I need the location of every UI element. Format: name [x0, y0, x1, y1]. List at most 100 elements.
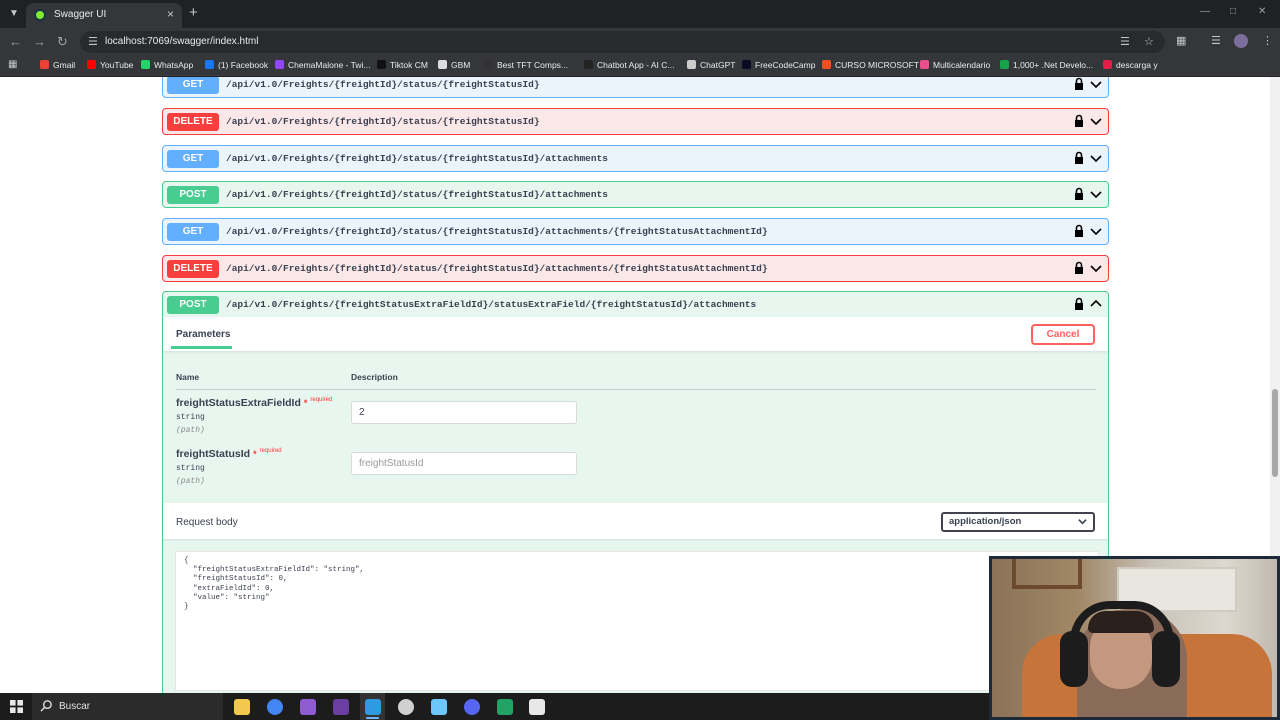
bookmark-item[interactable]: ChemaMalone - Twi... — [275, 60, 371, 70]
bookmark-item[interactable]: Multicalendario — [920, 60, 990, 70]
restore-icon[interactable]: □ — [1230, 6, 1236, 17]
browser-tab-swagger[interactable]: Swagger UI × — [26, 3, 182, 28]
code-line: } — [184, 603, 189, 611]
menu-kebab-icon[interactable]: ⋮ — [1262, 34, 1273, 47]
chevron-down-icon[interactable] — [1090, 78, 1102, 90]
lock-icon[interactable] — [1074, 224, 1084, 238]
bookmark-item[interactable]: Gmail — [40, 60, 75, 70]
operation-post[interactable]: POST/api/v1.0/Freights/{freightId}/statu… — [162, 181, 1109, 208]
param-name-freight-status-id: freightStatusId * required — [176, 448, 282, 460]
request-body-editor[interactable]: { "freightStatusExtraFieldId": "string",… — [175, 551, 1099, 691]
taskbar-excel-icon[interactable] — [497, 699, 513, 715]
bookmark-star-icon[interactable]: ☆ — [1144, 35, 1154, 48]
lock-icon[interactable] — [1074, 114, 1084, 128]
operation-path: /api/v1.0/Freights/{freightId}/status/{f… — [226, 153, 608, 164]
back-icon[interactable]: ← — [9, 34, 22, 50]
bookmark-item[interactable]: CURSO MICROSOFT — [822, 60, 919, 70]
lock-icon[interactable] — [1074, 151, 1084, 165]
operation-get[interactable]: GET/api/v1.0/Freights/{freightId}/status… — [162, 218, 1109, 245]
search-label: Buscar — [59, 701, 91, 712]
webcam-overlay — [989, 556, 1280, 720]
bookmark-item[interactable]: (1) Facebook — [205, 60, 268, 70]
taskbar-vscode-icon[interactable] — [365, 699, 381, 715]
lock-icon[interactable] — [1074, 261, 1084, 275]
bookmark-label: Multicalendario — [933, 60, 991, 70]
extensions-icon[interactable]: ▦ — [1176, 34, 1186, 47]
taskbar-visual-studio-icon[interactable] — [300, 699, 316, 715]
http-method-badge: DELETE — [167, 260, 219, 278]
param-name-text: freightStatusId — [176, 448, 251, 460]
chevron-down-icon[interactable] — [1090, 225, 1102, 237]
lock-icon[interactable] — [1074, 297, 1084, 311]
chevron-down-icon[interactable] — [1090, 188, 1102, 200]
lock-icon[interactable] — [1074, 187, 1084, 201]
operation-get[interactable]: GET/api/v1.0/Freights/{freightId}/status… — [162, 145, 1109, 172]
tab-search-chevron-icon[interactable]: ▼ — [6, 6, 22, 22]
bookmark-label: YouTube — [100, 60, 134, 70]
scrollbar-thumb[interactable] — [1272, 389, 1278, 477]
bookmark-item[interactable]: descarga y — [1103, 60, 1158, 70]
translate-icon[interactable]: ☰ — [1120, 35, 1130, 48]
media-control-icon[interactable]: ☰ — [1211, 34, 1221, 47]
bookmark-favicon-icon — [1103, 60, 1112, 69]
bookmark-item[interactable]: FreeCodeCamp — [742, 60, 815, 70]
taskbar-logitech-icon[interactable] — [529, 699, 545, 715]
cancel-button[interactable]: Cancel — [1031, 324, 1095, 345]
apps-grid-icon[interactable]: ▦ — [8, 59, 17, 70]
operation-post[interactable]: POST/api/v1.0/Freights/{freightStatusExt… — [162, 291, 1109, 318]
bookmark-item[interactable]: 1,000+ .Net Develo... — [1000, 60, 1093, 70]
http-method-badge: POST — [167, 296, 219, 314]
chevron-down-icon[interactable] — [1090, 115, 1102, 127]
profile-avatar[interactable] — [1234, 34, 1248, 48]
tab-strip: ▼ Swagger UI × + — □ ✕ — [0, 0, 1280, 28]
freight-status-extra-field-id-input[interactable]: 2 — [351, 401, 577, 424]
content-type-select[interactable]: application/json — [941, 512, 1095, 532]
required-star: * — [253, 449, 257, 459]
bookmarks-bar: ▦ Gmail YouTube WhatsApp (1) Facebook ChemaM… — [0, 56, 1280, 76]
new-tab-icon[interactable]: + — [189, 5, 198, 21]
windows-start-icon[interactable] — [10, 700, 23, 713]
bookmark-favicon-icon — [87, 60, 96, 69]
parameters-tab[interactable]: Parameters — [176, 329, 230, 340]
tab-title: Swagger UI — [54, 9, 107, 20]
code-line: "freightStatusExtraFieldId": "string", — [184, 566, 365, 575]
taskbar-discord-icon[interactable] — [464, 699, 480, 715]
bookmark-item[interactable]: Tiktok CM — [377, 60, 428, 70]
operation-get[interactable]: GET/api/v1.0/Freights/{freightId}/status… — [162, 77, 1109, 98]
site-info-icon[interactable]: ☰ — [88, 35, 98, 48]
taskbar-search[interactable]: Buscar — [32, 693, 223, 720]
bookmark-item[interactable]: Best TFT Comps... — [484, 60, 568, 70]
minimize-icon[interactable]: — — [1200, 6, 1210, 17]
window-close-icon[interactable]: ✕ — [1258, 6, 1266, 17]
address-url: localhost:7069/swagger/index.html — [105, 36, 259, 47]
operation-delete[interactable]: DELETE/api/v1.0/Freights/{freightId}/sta… — [162, 108, 1109, 135]
chevron-down-icon[interactable] — [1090, 262, 1102, 274]
active-app-indicator — [366, 717, 379, 719]
bookmark-favicon-icon — [141, 60, 150, 69]
chevron-down-icon[interactable] — [1090, 152, 1102, 164]
bookmark-label: (1) Facebook — [218, 60, 269, 70]
taskbar-media-app-icon[interactable] — [333, 699, 349, 715]
chevron-up-icon[interactable] — [1090, 298, 1102, 310]
address-bar[interactable]: ☰ localhost:7069/swagger/index.html ☰ ☆ — [80, 31, 1165, 53]
operation-delete[interactable]: DELETE/api/v1.0/Freights/{freightId}/sta… — [162, 255, 1109, 282]
bookmark-item[interactable]: ChatGPT — [687, 60, 735, 70]
operation-path: /api/v1.0/Freights/{freightId}/status/{f… — [226, 79, 540, 90]
taskbar-file-explorer-icon[interactable] — [234, 699, 250, 715]
code-line: "freightStatusId": 0, — [184, 575, 288, 584]
forward-icon[interactable]: → — [33, 34, 46, 50]
taskbar-notes-icon[interactable] — [431, 699, 447, 715]
bookmark-item[interactable]: Chatbot App - AI C... — [584, 60, 675, 70]
bookmark-item[interactable]: YouTube — [87, 60, 133, 70]
taskbar-chrome-icon[interactable] — [267, 699, 283, 715]
taskbar-recorder-icon[interactable] — [398, 699, 414, 715]
http-method-badge: POST — [167, 186, 219, 204]
reload-icon[interactable]: ↻ — [57, 34, 68, 50]
tab-close-icon[interactable]: × — [167, 7, 174, 21]
bookmark-item[interactable]: GBM — [438, 60, 470, 70]
column-name-header: Name — [176, 372, 200, 382]
freight-status-id-input[interactable]: freightStatusId — [351, 452, 577, 475]
lock-icon[interactable] — [1074, 77, 1084, 91]
bookmark-item[interactable]: WhatsApp — [141, 60, 193, 70]
param-name-freight-status-extra-field-id: freightStatusExtraFieldId * required — [176, 397, 332, 409]
